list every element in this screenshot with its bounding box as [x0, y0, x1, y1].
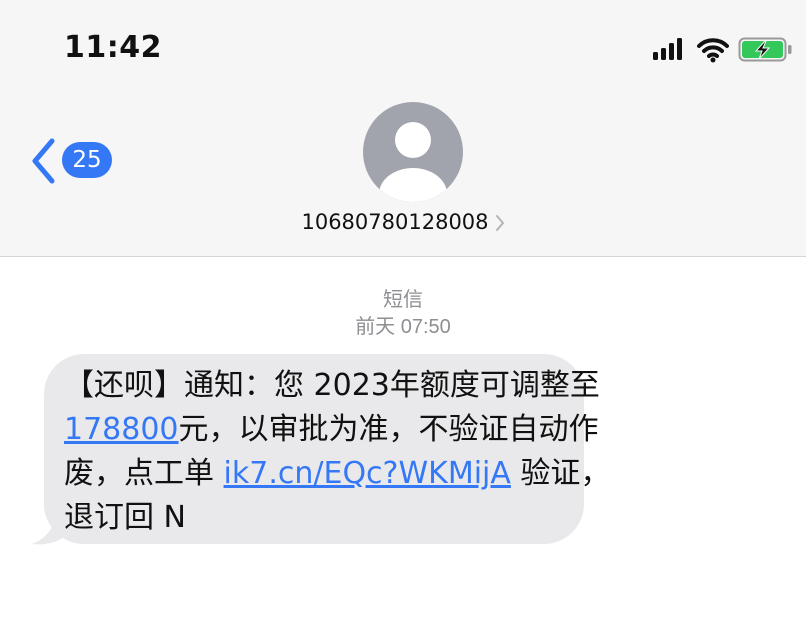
unread-count-badge: 25: [62, 142, 112, 178]
contact-avatar-icon[interactable]: [363, 102, 463, 202]
message-segment: 【还呗】通知：您 2023年额度可调整至: [64, 368, 600, 403]
channel-label: 短信: [383, 289, 423, 311]
amount-link[interactable]: 178800: [64, 412, 179, 447]
url-link[interactable]: ik7.cn/EQc?WKMijA: [224, 456, 511, 491]
wifi-icon: [697, 38, 729, 63]
back-button[interactable]: 25: [30, 136, 120, 186]
signal-icon: [653, 38, 682, 60]
contact-name-button[interactable]: 10680780128008: [0, 210, 806, 234]
message-timestamp: 前天 07:50: [355, 316, 451, 338]
conversation-header: 11:42 25 10680780128008: [0, 0, 806, 257]
contact-name: 10680780128008: [301, 210, 489, 234]
message-text: 【还呗】通知：您 2023年额度可调整至178800元，以审批为准，不验证自动作…: [64, 364, 624, 540]
battery-charging-icon: [738, 37, 792, 62]
status-time: 11:42: [64, 30, 162, 65]
back-chevron-icon: [32, 138, 55, 184]
chevron-right-icon: [495, 215, 504, 231]
